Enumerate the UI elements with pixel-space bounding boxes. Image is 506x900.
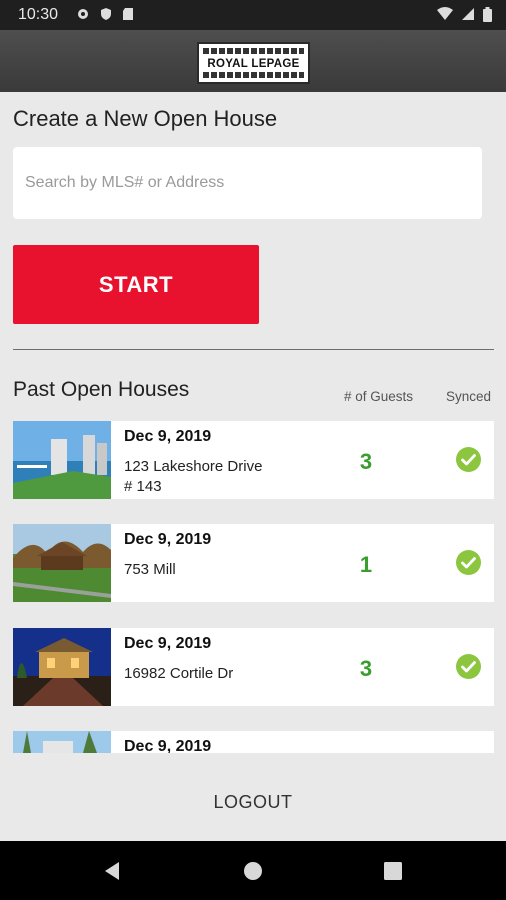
battery-icon — [483, 7, 492, 22]
logout-button[interactable]: LOGOUT — [0, 792, 506, 813]
open-house-address: 123 Lakeshore Drive # 143 — [124, 458, 263, 495]
guest-count: 1 — [359, 552, 373, 577]
open-house-address: 753 Mill — [124, 561, 176, 578]
open-house-item[interactable]: Dec 9, 2019 — [13, 731, 494, 753]
open-house-item[interactable]: Dec 9, 2019 123 Lakeshore Drive # 143 3 — [13, 421, 494, 499]
home-icon[interactable] — [242, 860, 264, 882]
guest-count: 3 — [359, 656, 373, 681]
open-house-date: Dec 9, 2019 — [124, 635, 212, 652]
status-icons-right — [437, 7, 492, 22]
app-bar: ROYAL LEPAGE — [0, 30, 506, 92]
synced-check-icon — [456, 447, 481, 472]
open-house-item[interactable]: Dec 9, 2019 16982 Cortile Dr 3 — [13, 628, 494, 706]
start-button[interactable]: START — [13, 245, 259, 324]
section-divider — [13, 349, 494, 350]
guests-column-header: # of Guests — [344, 389, 414, 404]
status-time: 10:30 — [18, 6, 59, 23]
search-field[interactable] — [13, 147, 482, 219]
property-photo — [13, 421, 111, 499]
brand-logo: ROYAL LEPAGE — [197, 42, 310, 84]
status-bar: 10:30 — [0, 0, 506, 30]
open-house-address: 16982 Cortile Dr — [124, 665, 234, 682]
past-open-houses-list[interactable]: Dec 9, 2019 123 Lakeshore Drive # 143 3 … — [13, 421, 494, 753]
guest-count: 3 — [359, 449, 373, 474]
wifi-icon — [437, 7, 453, 20]
open-house-date: Dec 9, 2019 — [124, 428, 212, 445]
back-icon[interactable] — [101, 860, 123, 882]
open-house-date: Dec 9, 2019 — [124, 531, 212, 548]
create-section-title: Create a New Open House — [13, 106, 278, 131]
open-house-date: Dec 9, 2019 — [124, 738, 212, 753]
status-icons-left — [76, 7, 134, 21]
synced-check-icon — [456, 550, 481, 575]
synced-column-header: Synced — [446, 389, 492, 404]
recents-icon[interactable] — [382, 860, 404, 882]
gear-icon — [78, 9, 88, 19]
synced-check-icon — [456, 654, 481, 679]
sd-card-icon — [123, 8, 133, 20]
brand-logo-text: ROYAL LEPAGE — [207, 58, 300, 70]
system-nav-bar — [0, 841, 506, 900]
open-house-item[interactable]: Dec 9, 2019 753 Mill 1 — [13, 524, 494, 602]
past-section-title: Past Open Houses — [13, 378, 190, 401]
signal-icon — [462, 8, 474, 20]
property-photo — [13, 731, 111, 753]
property-photo — [13, 628, 111, 706]
shield-icon — [101, 8, 111, 20]
property-photo — [13, 524, 111, 602]
search-input[interactable] — [13, 147, 482, 219]
